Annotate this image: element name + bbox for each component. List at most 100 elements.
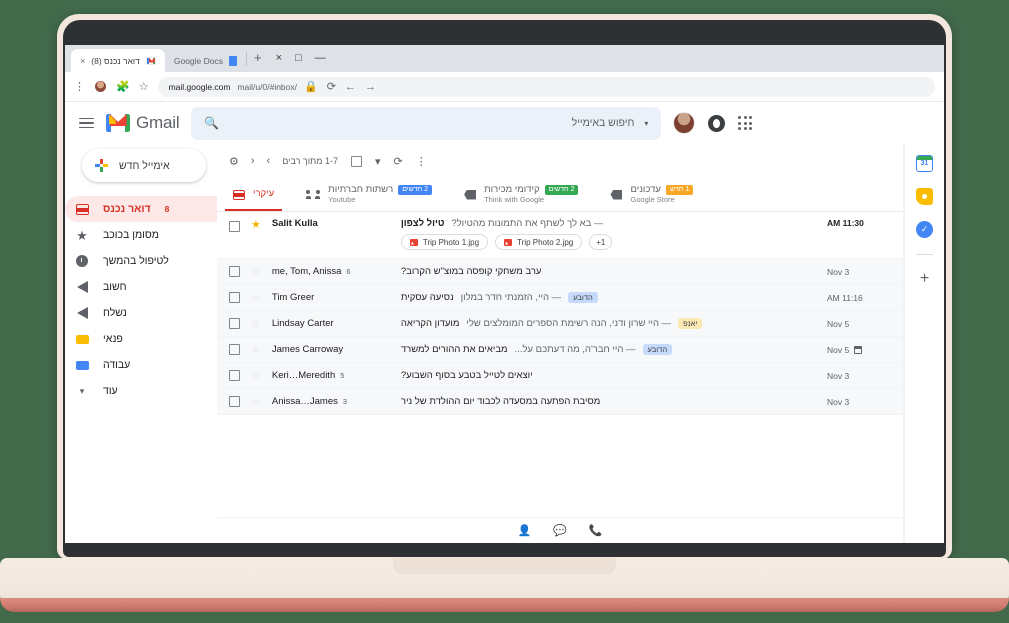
row-checkbox[interactable]: [229, 318, 240, 329]
keep-icon[interactable]: [916, 188, 933, 205]
row-checkbox[interactable]: [229, 344, 240, 355]
tab-separator: [246, 51, 247, 66]
reload-icon[interactable]: ⟳: [327, 80, 336, 93]
date-label: Nov 5: [827, 344, 850, 355]
table-row[interactable]: ☆ Keri…Meredith 5 יוצאים לטייל בטבע בסוף…: [217, 363, 903, 389]
sender-name: Keri…Meredith 5: [272, 370, 390, 381]
browser-tab-inbox[interactable]: דואר נכנס (8) ×: [71, 49, 165, 72]
sidebar-item-label: פנאי: [103, 333, 123, 345]
subject-cell: מועדון הקריאה — היי שרון ודני, הנה רשימת…: [401, 318, 816, 329]
row-checkbox[interactable]: [229, 396, 240, 407]
row-checkbox[interactable]: [229, 292, 240, 303]
compose-button[interactable]: אימייל חדש: [82, 149, 206, 182]
star-icon[interactable]: ☆: [251, 369, 261, 382]
sidebar-item-work[interactable]: עבודה: [65, 352, 217, 378]
back-icon[interactable]: ←: [345, 81, 356, 93]
table-row[interactable]: ☆ me, Tom, Anissa 6 ערב משחקי קופסה במוצ…: [217, 259, 903, 285]
calendar-icon[interactable]: 31: [916, 155, 933, 172]
email-date: 11:30 AM: [827, 218, 889, 228]
refresh-icon[interactable]: ⟳: [394, 155, 403, 168]
attachment-chip[interactable]: Trip Photo 1.jpg: [400, 234, 489, 250]
table-row[interactable]: ☆ Anissa…James 3 מסיבת הפתעה במסעדה לכבו…: [217, 389, 903, 415]
chevron-down-icon: ▾: [79, 385, 85, 396]
extensions-icon[interactable]: 🧩: [116, 80, 130, 93]
browser-tab-docs[interactable]: Google Docs: [165, 49, 246, 72]
sidebar-item-label: עוד: [103, 385, 118, 397]
sidebar-item-label: עבודה: [103, 359, 131, 371]
tab-social[interactable]: רשתות חברתיות 2 חדשים Youtube: [290, 178, 448, 211]
contacts-icon[interactable]: 👤: [517, 524, 531, 537]
row-checkbox[interactable]: [229, 370, 240, 381]
email-label-badge[interactable]: הדובע: [642, 344, 673, 355]
forward-icon[interactable]: →: [365, 81, 376, 93]
date-label: 11:30 AM: [827, 218, 864, 228]
compose-label: אימייל חדש: [119, 159, 170, 172]
attachment-chip[interactable]: Trip Photo 2.jpg: [495, 234, 583, 250]
star-icon[interactable]: ☆: [251, 395, 261, 408]
star-icon[interactable]: ★: [251, 218, 261, 231]
gmail-app: Gmail 🔍 חיפוש באימייל ▾ אימייל חדש דואר …: [65, 102, 944, 543]
chat-icon[interactable]: 💬: [553, 524, 567, 537]
table-row[interactable]: ☆ Lindsay Carter מועדון הקריאה — היי שרו…: [217, 311, 903, 337]
sidebar-item-more[interactable]: ▾ עוד: [65, 378, 217, 404]
prev-page-button[interactable]: ‹: [251, 155, 255, 167]
add-app-button[interactable]: +: [920, 271, 929, 287]
sidebar-item-leisure[interactable]: פנאי: [65, 326, 217, 352]
browser-menu-icon[interactable]: ⋮: [74, 80, 85, 93]
table-row[interactable]: ★ Salit Kulla טיול לצפון — בא לך לשתף את…: [217, 212, 903, 259]
email-subject: טיול לצפון: [400, 218, 445, 229]
search-options-icon[interactable]: ▾: [644, 119, 648, 128]
subject-cell: מסיבת הפתעה במסעדה לכבוד יום ההולדת של נ…: [401, 396, 816, 407]
settings-gear-icon[interactable]: ⚙: [229, 155, 239, 168]
sidebar-item-snoozed[interactable]: לטיפול בהמשך: [65, 248, 217, 274]
browser-tab-title: דואר נכנס (8): [91, 55, 140, 66]
select-dropdown-icon[interactable]: ▾: [375, 155, 381, 168]
gmail-logo: Gmail: [106, 113, 180, 133]
close-window-icon[interactable]: ×: [276, 53, 282, 64]
tab-close-icon[interactable]: ×: [80, 56, 85, 66]
bookmark-star-icon[interactable]: ☆: [139, 80, 149, 93]
table-row[interactable]: ☆ Tim Greer נסיעה עסקית — היי, הזמנתי חד…: [217, 285, 903, 311]
apps-grid-icon[interactable]: [738, 116, 753, 130]
label-blue-icon: [75, 360, 89, 370]
sidebar-item-starred[interactable]: ★ מסומן בכוכב: [65, 222, 217, 248]
browser-profile-avatar[interactable]: [94, 80, 107, 93]
star-icon[interactable]: ☆: [251, 265, 261, 278]
tab-label: קידומי מכירות: [484, 183, 540, 195]
sent-icon: [75, 307, 89, 319]
star-icon[interactable]: ☆: [251, 317, 261, 330]
rail-divider: [916, 254, 933, 255]
phone-icon[interactable]: 📞: [589, 524, 603, 537]
search-input[interactable]: 🔍 חיפוש באימייל ▾: [191, 106, 662, 140]
row-checkbox[interactable]: [229, 266, 240, 277]
table-row[interactable]: ☆ James Carroway מביאים את ההורים למשרד …: [217, 337, 903, 363]
menu-icon[interactable]: [79, 117, 94, 129]
inbox-icon: [233, 189, 245, 200]
email-date: Nov 5: [827, 319, 889, 329]
email-label-badge[interactable]: הדובע: [568, 292, 598, 303]
sidebar-item-sent[interactable]: נשלח: [65, 300, 217, 326]
window-controls: × □ —: [269, 45, 335, 72]
user-avatar[interactable]: [673, 112, 696, 134]
new-tab-button[interactable]: +: [247, 50, 269, 68]
assistant-icon[interactable]: [708, 114, 726, 132]
tasks-icon[interactable]: ✓: [916, 221, 933, 238]
star-icon[interactable]: ☆: [251, 291, 261, 304]
attachment-more-chip[interactable]: 1+: [589, 234, 613, 250]
sidebar-item-important[interactable]: חשוב: [65, 274, 217, 300]
minimize-window-icon[interactable]: —: [315, 53, 326, 64]
sidebar-item-inbox[interactable]: דואר נכנס 8: [65, 196, 217, 222]
next-page-button[interactable]: ›: [267, 155, 271, 167]
more-options-icon[interactable]: ⋮: [416, 155, 427, 168]
gmail-wordmark: Gmail: [136, 113, 180, 132]
maximize-window-icon[interactable]: □: [295, 53, 302, 64]
email-label-badge[interactable]: יאנפ: [678, 318, 703, 329]
select-all-checkbox[interactable]: [350, 155, 362, 167]
row-checkbox[interactable]: [229, 221, 240, 232]
tab-updates[interactable]: עדכונים 1 חדש Google Store: [594, 178, 709, 211]
star-icon[interactable]: ☆: [251, 343, 261, 356]
tab-promotions[interactable]: קידומי מכירות 2 חדשים Think with Google: [448, 178, 594, 211]
tab-label: רשתות חברתיות: [328, 183, 394, 195]
tab-primary[interactable]: עיקרי: [217, 178, 290, 211]
address-bar[interactable]: mail.google.com /mail/u/0/#inbox 🔒 ⟳ ← →: [157, 76, 935, 97]
